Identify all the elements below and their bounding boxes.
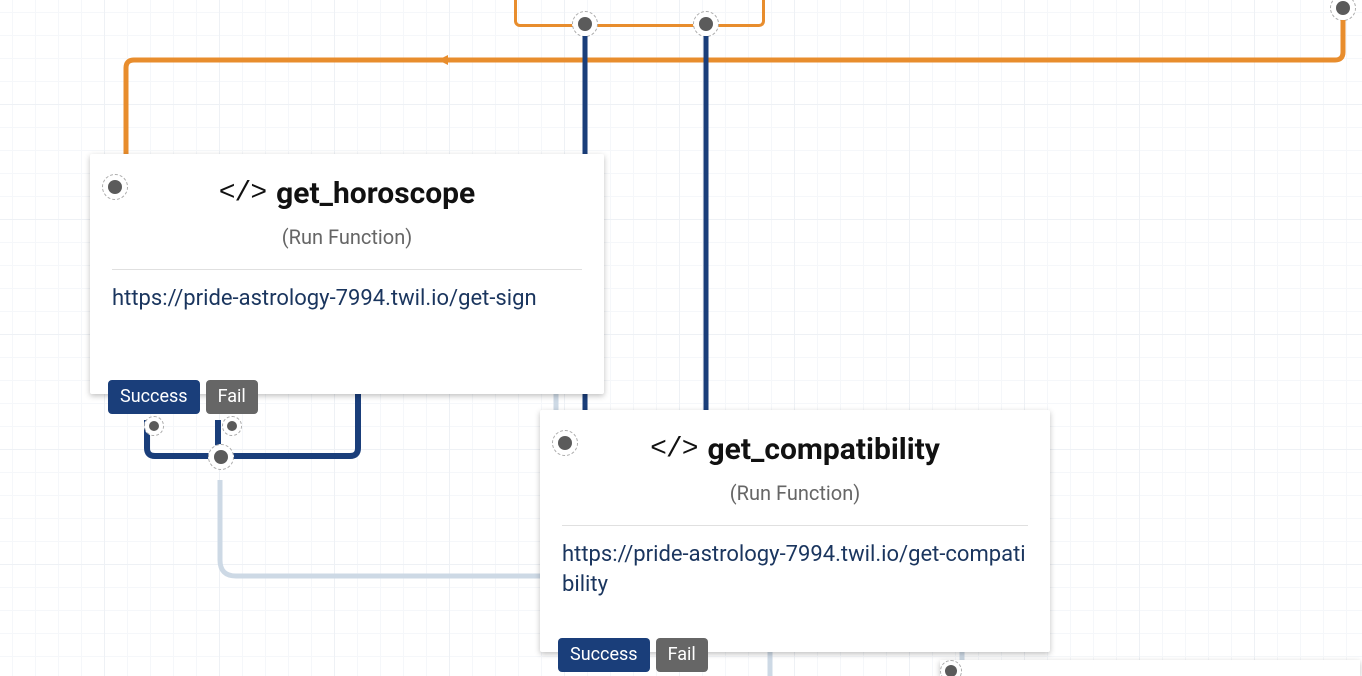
input-port[interactable]	[940, 660, 1360, 676]
code-icon: </>	[219, 180, 266, 208]
badge-label: Success	[570, 644, 638, 665]
output-port[interactable]	[1330, 0, 1356, 21]
node-url: https://pride-astrology-7994.twil.io/get…	[562, 540, 1028, 599]
badge-success[interactable]: Success	[108, 380, 200, 414]
badge-label: Success	[120, 386, 188, 407]
output-port-fail[interactable]	[222, 416, 242, 436]
flow-canvas[interactable]: </> get_horoscope (Run Function) https:/…	[0, 0, 1362, 676]
code-icon: </>	[650, 436, 697, 464]
partial-node-top[interactable]	[514, 0, 765, 27]
output-port[interactable]	[693, 11, 719, 37]
node-get-horoscope[interactable]: </> get_horoscope (Run Function) https:/…	[90, 154, 604, 394]
badge-label: Fail	[218, 386, 246, 407]
badge-label: Fail	[668, 644, 696, 665]
input-port[interactable]	[552, 430, 578, 456]
output-port-success[interactable]	[144, 416, 164, 436]
merge-port[interactable]	[208, 444, 234, 470]
node-title: get_compatibility	[708, 432, 940, 467]
node-title: get_horoscope	[276, 176, 475, 211]
input-port[interactable]	[102, 174, 128, 200]
divider	[562, 525, 1028, 526]
node-subtitle: (Run Function)	[112, 225, 582, 249]
divider	[112, 269, 582, 270]
badge-fail[interactable]: Fail	[656, 638, 708, 672]
output-port[interactable]	[572, 11, 598, 37]
badge-success[interactable]: Success	[558, 638, 650, 672]
node-get-compatibility[interactable]: </> get_compatibility (Run Function) htt…	[540, 410, 1050, 652]
node-subtitle: (Run Function)	[562, 481, 1028, 505]
badge-fail[interactable]: Fail	[206, 380, 258, 414]
partial-node-corner[interactable]	[940, 660, 1360, 676]
node-url: https://pride-astrology-7994.twil.io/get…	[112, 284, 582, 314]
